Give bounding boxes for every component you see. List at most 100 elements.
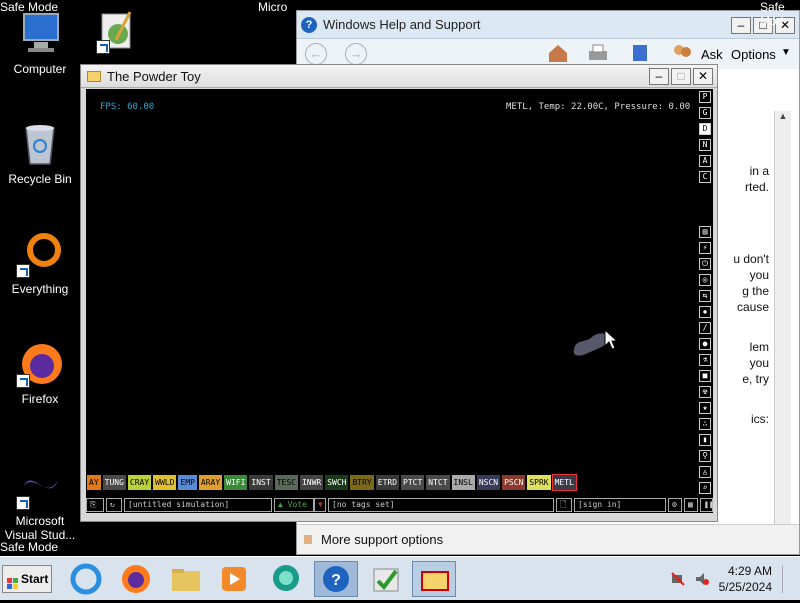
scroll-up-icon[interactable]: ▲: [775, 111, 791, 121]
element-button-ptct[interactable]: PTCT: [401, 475, 425, 490]
powder-toy-window: The Powder Toy – □ ✕ FPS: 60.00 METL, Te…: [80, 64, 718, 522]
element-button-inst[interactable]: INST: [249, 475, 273, 490]
desktop-icon-notepad-plus[interactable]: [96, 10, 140, 54]
favorites-category-icon[interactable]: ◬: [699, 466, 711, 478]
taskbar-help-support[interactable]: ?: [314, 561, 358, 597]
taskbar-file-explorer[interactable]: [164, 561, 208, 597]
solids-category-icon[interactable]: ■: [699, 370, 711, 382]
minimize-button[interactable]: –: [731, 17, 751, 34]
desktop-icon-computer[interactable]: Computer: [1, 10, 79, 76]
forward-arrow-icon[interactable]: →: [345, 43, 367, 65]
clear-simulation-icon[interactable]: 🗋: [556, 498, 572, 512]
taskbar-powder-toy[interactable]: [412, 561, 456, 597]
special-category-icon[interactable]: ★: [699, 402, 711, 414]
volume-muted-icon[interactable]: [694, 571, 710, 587]
back-arrow-icon[interactable]: ←: [305, 43, 327, 65]
element-button-swch[interactable]: SWCH: [325, 475, 349, 490]
tools-category-icon[interactable]: ⚲: [699, 450, 711, 462]
powered-category-icon[interactable]: ⏻: [699, 258, 711, 270]
powder-toy-titlebar[interactable]: The Powder Toy – □ ✕: [81, 65, 717, 88]
element-button-ntct[interactable]: NTCT: [426, 475, 450, 490]
element-button-ay[interactable]: AY: [87, 475, 101, 490]
explosives-category-icon[interactable]: ✹: [699, 306, 711, 318]
side-button-n[interactable]: N: [699, 139, 711, 151]
side-button-c[interactable]: C: [699, 171, 711, 183]
options-button[interactable]: Options: [731, 47, 776, 62]
electronics-category-icon[interactable]: ⚡: [699, 242, 711, 254]
element-button-emp[interactable]: EMP: [178, 475, 197, 490]
more-support-options-link[interactable]: More support options: [297, 524, 799, 554]
taskbar-firefox[interactable]: [114, 561, 158, 597]
gases-category-icon[interactable]: ∕: [699, 322, 711, 334]
firefox-icon: [122, 565, 150, 593]
side-button-a[interactable]: A: [699, 155, 711, 167]
show-desktop-button[interactable]: [782, 565, 796, 593]
search-icon[interactable]: ⌕: [699, 482, 711, 494]
radioactive-category-icon[interactable]: ☢: [699, 386, 711, 398]
visual-studio-icon: [16, 462, 64, 510]
help-scrollbar[interactable]: ▲ ▼: [774, 111, 791, 536]
element-button-wifi[interactable]: WIFI: [224, 475, 248, 490]
element-button-aray[interactable]: ARAY: [198, 475, 223, 490]
taskbar-media-player[interactable]: [212, 561, 256, 597]
element-button-pscn[interactable]: PSCN: [502, 475, 526, 490]
open-simulation-icon[interactable]: ⎘: [86, 498, 104, 512]
side-button-d[interactable]: D: [699, 123, 711, 135]
ask-people-icon[interactable]: [671, 43, 693, 63]
element-button-wwld[interactable]: WWLD: [153, 475, 177, 490]
maximize-button[interactable]: □: [671, 68, 691, 85]
game-of-life-category-icon[interactable]: ▮: [699, 434, 711, 446]
save-simulation-button[interactable]: [untitled simulation]: [124, 498, 272, 512]
clock[interactable]: 4:29 AM 5/25/2024: [719, 563, 772, 595]
browse-help-icon[interactable]: [631, 43, 649, 63]
print-icon[interactable]: [587, 43, 609, 63]
chevron-down-icon[interactable]: ▼: [781, 47, 791, 58]
sensors-category-icon[interactable]: ◎: [699, 274, 711, 286]
simulation-canvas[interactable]: FPS: 60.00 METL, Temp: 22.00C, Pressure:…: [86, 89, 713, 497]
close-button[interactable]: ✕: [693, 68, 713, 85]
network-status-icon[interactable]: [670, 571, 686, 587]
desktop-icon-everything[interactable]: Everything: [1, 230, 79, 296]
desktop-icon-recycle-bin[interactable]: Recycle Bin: [1, 120, 79, 186]
element-button-etrd[interactable]: ETRD: [375, 475, 400, 490]
taskbar-action-center[interactable]: [364, 561, 408, 597]
liquids-category-icon[interactable]: ●: [699, 338, 711, 350]
taskbar-chat-app[interactable]: [264, 561, 308, 597]
settings-icon[interactable]: ⚙: [668, 498, 682, 512]
element-button-nscn[interactable]: NSCN: [476, 475, 501, 490]
minimize-button[interactable]: –: [649, 68, 669, 85]
start-button[interactable]: Start: [2, 565, 52, 593]
safe-mode-label-right: Safe Mod: [760, 0, 785, 28]
pause-icon[interactable]: ❚❚: [700, 498, 714, 512]
help-question-icon: ?: [323, 566, 349, 592]
element-button-cray[interactable]: CRAY: [127, 475, 152, 490]
ask-button[interactable]: Ask: [701, 47, 723, 62]
reload-icon[interactable]: ↻: [106, 498, 122, 512]
powders-category-icon[interactable]: ⚗: [699, 354, 711, 366]
side-button-g[interactable]: G: [699, 107, 711, 119]
taskbar-internet-explorer[interactable]: [64, 561, 108, 597]
vote-down-button[interactable]: ▼: [314, 498, 326, 512]
render-options-icon[interactable]: ▦: [684, 498, 698, 512]
side-button-p[interactable]: P: [699, 91, 711, 103]
element-button-btry[interactable]: BTRY: [350, 475, 374, 490]
element-button-insl[interactable]: INSL: [451, 475, 475, 490]
sign-in-button[interactable]: [sign in]: [574, 498, 666, 512]
svg-text:?: ?: [331, 572, 341, 589]
particles-category-icon[interactable]: ∴: [699, 418, 711, 430]
desktop-icon-visual-studio[interactable]: Microsoft Visual Stud...: [1, 462, 79, 542]
element-button-tesc[interactable]: TESC: [274, 475, 298, 490]
tags-button[interactable]: [no tags set]: [328, 498, 554, 512]
element-button-inwr[interactable]: INWR: [299, 475, 324, 490]
desktop-icon-firefox[interactable]: Firefox: [1, 340, 79, 406]
vote-up-button[interactable]: ▲ Vote: [274, 498, 314, 512]
element-button-metl[interactable]: METL: [551, 474, 577, 491]
clock-date: 5/25/2024: [718, 580, 772, 594]
shortcut-arrow-icon: [16, 264, 30, 278]
element-button-sprk[interactable]: SPRK: [527, 475, 551, 490]
home-icon[interactable]: [547, 43, 569, 63]
element-button-tung[interactable]: TUNG: [102, 475, 126, 490]
walls-category-icon[interactable]: ▤: [699, 226, 711, 238]
force-category-icon[interactable]: ⇆: [699, 290, 711, 302]
help-titlebar[interactable]: ? Windows Help and Support – □ ✕: [297, 11, 799, 39]
